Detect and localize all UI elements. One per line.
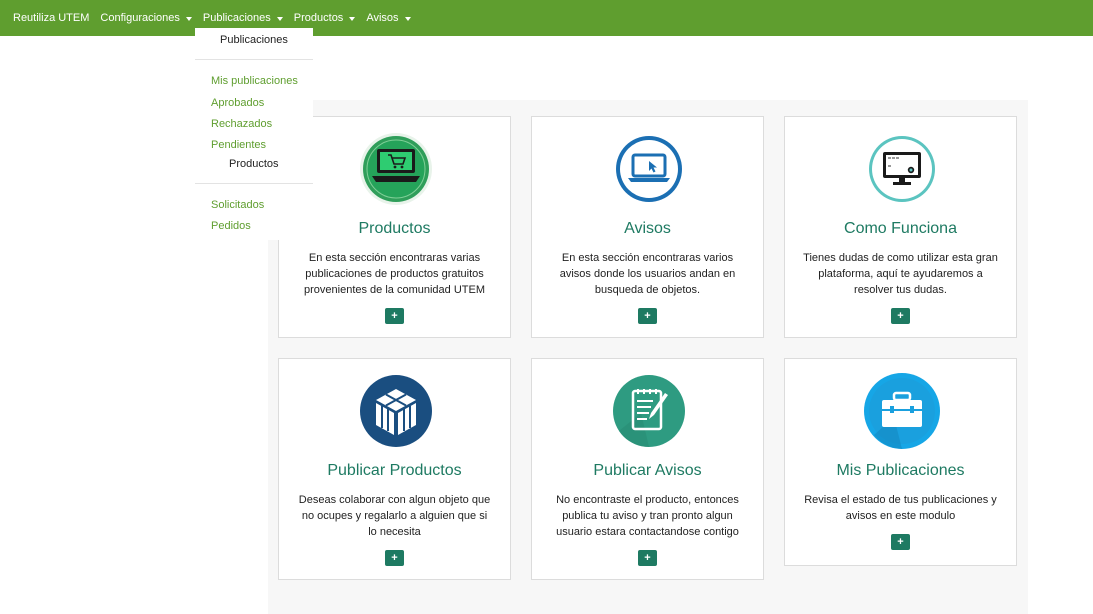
productos-plus-button[interactable]: + xyxy=(385,308,404,324)
card-title: Publicar Productos xyxy=(327,462,462,479)
card-description: No encontraste el producto, entonces pub… xyxy=(556,494,739,538)
dropdown-item-rechazados[interactable]: Rechazados xyxy=(211,118,272,130)
dropdown-divider xyxy=(195,183,313,184)
card-description: Deseas colaborar con algun objeto que no… xyxy=(298,494,491,538)
avisos-plus-button[interactable]: + xyxy=(638,308,657,324)
briefcase-icon xyxy=(864,373,940,449)
caret-down-icon xyxy=(185,16,192,21)
card-title: Publicar Avisos xyxy=(593,462,702,479)
card-description: En esta sección encontraras varios aviso… xyxy=(559,252,736,296)
notepad-pen-icon xyxy=(613,375,685,448)
card-title: Productos xyxy=(358,220,431,237)
nav-productos[interactable]: Productos xyxy=(294,12,356,24)
plus-icon: + xyxy=(644,309,651,322)
dropdown-item-solicitados[interactable]: Solicitados xyxy=(211,199,264,211)
card-description: Tienes dudas de como utilizar esta gran … xyxy=(803,252,998,296)
plus-icon: + xyxy=(644,551,651,564)
card-como-funciona: Como Funciona Tienes dudas de como utili… xyxy=(784,116,1017,338)
nav-avisos-label: Avisos xyxy=(366,12,399,24)
card-description: En esta sección encontraras varias publi… xyxy=(304,252,485,296)
dropdown-divider xyxy=(195,59,313,60)
plus-icon: + xyxy=(897,309,904,322)
dropdown-item-aprobados[interactable]: Aprobados xyxy=(211,97,264,109)
mis-publicaciones-plus-button[interactable]: + xyxy=(891,534,910,550)
publicar-productos-plus-button[interactable]: + xyxy=(385,550,404,566)
dropdown-item-pedidos[interactable]: Pedidos xyxy=(211,220,251,232)
dropdown-item-pendientes[interactable]: Pendientes xyxy=(211,139,266,151)
nav-configuraciones-label: Configuraciones xyxy=(100,12,180,24)
card-publicar-avisos: Publicar Avisos No encontraste el produc… xyxy=(531,358,764,580)
publicar-avisos-plus-button[interactable]: + xyxy=(638,550,657,566)
nav-publicaciones-label: Publicaciones xyxy=(202,12,271,24)
plus-icon: + xyxy=(391,309,398,322)
card-title: Mis Publicaciones xyxy=(836,462,965,479)
plus-icon: + xyxy=(391,551,398,564)
monitor-icon xyxy=(869,136,935,202)
card-title: Avisos xyxy=(624,220,671,237)
plus-icon: + xyxy=(897,535,904,548)
card-title: Como Funciona xyxy=(844,220,957,237)
nav-avisos[interactable]: Avisos xyxy=(366,12,411,24)
caret-down-icon xyxy=(349,16,356,21)
nav-configuraciones[interactable]: Configuraciones xyxy=(100,12,192,24)
caret-down-icon xyxy=(404,16,411,21)
dropdown-item-mis-publicaciones[interactable]: Mis publicaciones xyxy=(211,75,298,87)
dropdown-header: Publicaciones xyxy=(220,34,288,46)
card-avisos: Avisos En esta sección encontraras vario… xyxy=(531,116,764,338)
como-funciona-plus-button[interactable]: + xyxy=(891,308,910,324)
dropdown-subheader: Productos xyxy=(229,158,279,170)
card-mis-publicaciones: Mis Publicaciones Revisa el estado de tu… xyxy=(784,358,1017,566)
navbar: Reutiliza UTEM Configuraciones Publicaci… xyxy=(0,0,1093,36)
nav-publicaciones[interactable]: Publicaciones xyxy=(203,12,283,24)
laptop-cursor-icon xyxy=(616,136,682,202)
laptop-cart-icon xyxy=(360,133,432,205)
card-description: Revisa el estado de tus publicaciones y … xyxy=(804,494,997,522)
caret-down-icon xyxy=(276,16,283,21)
publicaciones-dropdown: Publicaciones Mis publicaciones Aprobado… xyxy=(195,28,313,240)
brand-link[interactable]: Reutiliza UTEM xyxy=(13,12,89,24)
nav-productos-label: Productos xyxy=(293,12,344,24)
card-publicar-productos: Publicar Productos Deseas colaborar con … xyxy=(278,358,511,580)
box-icon xyxy=(360,375,432,447)
